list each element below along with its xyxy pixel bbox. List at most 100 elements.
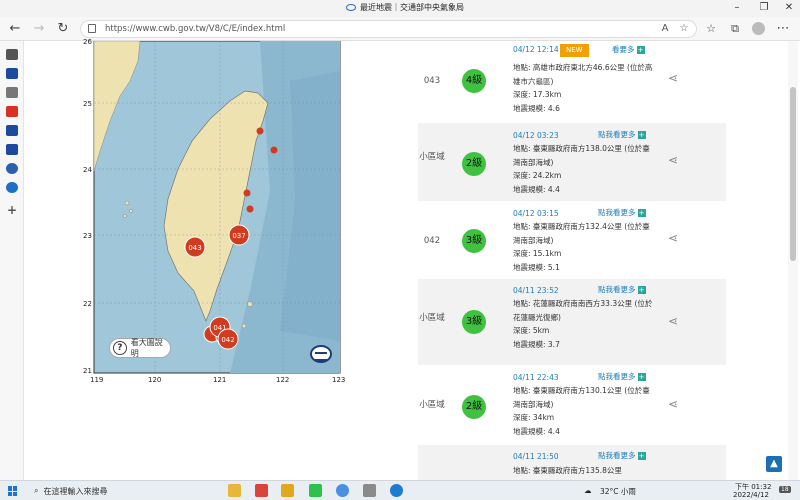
more-link[interactable]: 點我看更多 +	[598, 207, 646, 219]
favorite-star-icon[interactable]: ☆	[678, 23, 690, 34]
quake-row[interactable]: 04/11 22:43 點我看更多 + 小區域 2級 地點: 臺東縣政府南方130…	[418, 365, 726, 445]
collections-icon[interactable]: ⧉	[727, 21, 743, 37]
share-icon[interactable]: ⋖	[668, 231, 678, 245]
profile-avatar[interactable]	[752, 22, 765, 35]
forward-icon[interactable]: →	[31, 21, 47, 37]
plus-icon: +	[637, 131, 646, 139]
sidebar-mail-icon[interactable]	[6, 87, 18, 98]
quake-row[interactable]: 04/11 21:50 地點: 臺東縣政府南方135.8公里 點我看更多 +	[418, 445, 726, 480]
magnitude-badge: 2級	[462, 152, 486, 176]
more-link[interactable]: 看要多 +	[612, 44, 645, 56]
scroll-to-top-button[interactable]: ▲	[766, 456, 782, 472]
earthquake-map: 043 037 041 042 26 25 24 23 22 21 119 12…	[80, 38, 350, 388]
maximize-icon[interactable]: ❐	[757, 2, 771, 13]
weather-text[interactable]: 32°C 小雨	[600, 486, 636, 497]
help-icon: ?	[113, 341, 127, 355]
map-legend-button[interactable]: ? 看大圖說明	[109, 338, 171, 358]
gift-app-icon[interactable]	[255, 484, 268, 497]
quake-depth: 深度: 5km	[513, 326, 550, 335]
tab-title: 最近地震｜交通部中央氣象局	[360, 3, 464, 12]
quake-id: 043	[423, 76, 441, 86]
taskbar-search-input[interactable]: ⌕ 在這裡輸入來搜尋	[30, 483, 218, 499]
lon-tick: 119	[90, 376, 104, 384]
lock-icon	[88, 24, 96, 33]
quake-id: 小區域	[419, 400, 445, 410]
scrollbar-thumb[interactable]	[790, 87, 796, 261]
lat-tick: 25	[83, 100, 92, 108]
more-link[interactable]: 點我看更多 +	[598, 371, 646, 383]
share-icon[interactable]: ⋖	[668, 153, 678, 167]
quake-scale: 地震規模: 4.4	[513, 184, 560, 194]
back-icon[interactable]: ←	[7, 21, 23, 37]
quake-marker-043[interactable]: 043	[184, 236, 206, 258]
lon-tick: 123	[332, 376, 346, 384]
chrome-icon[interactable]	[336, 484, 349, 497]
favorites-icon[interactable]: ☆	[703, 21, 719, 37]
more-link[interactable]: 點我看更多 +	[598, 129, 646, 141]
read-aloud-icon[interactable]: A	[659, 23, 671, 34]
cwb-favicon-icon	[346, 4, 356, 11]
lat-tick: 21	[83, 367, 92, 375]
refresh-icon[interactable]: ↻	[55, 21, 71, 37]
map-canvas[interactable]: 043 037 041 042	[80, 41, 350, 388]
lon-tick: 121	[213, 376, 227, 384]
quake-row[interactable]: 04/12 03:15 點我看更多 + 042 3級 地點: 臺東縣政府南方132…	[418, 201, 726, 279]
folder-app-icon[interactable]	[281, 484, 294, 497]
file-explorer-icon[interactable]	[228, 484, 241, 497]
share-icon[interactable]: ⋖	[668, 314, 678, 328]
sidebar-news-icon-3[interactable]	[6, 144, 18, 155]
sidebar-tabs-icon[interactable]	[6, 49, 18, 60]
quake-marker-037[interactable]: 037	[228, 224, 250, 246]
quake-scale: 地震規模: 4.4	[513, 426, 560, 436]
sidebar-shield-icon[interactable]	[6, 163, 18, 174]
quake-row[interactable]: 04/12 12:14 NEW 看要多 + 043 4級 地點: 高雄市政府東北方…	[418, 41, 726, 123]
weather-icon[interactable]: ☁	[584, 486, 592, 495]
sidebar-news-icon[interactable]	[6, 68, 18, 79]
minimize-icon[interactable]: –	[730, 2, 744, 13]
quake-location: 地點: 高雄市政府東北方46.6公里 (位於高雄市六龜區)	[513, 63, 653, 86]
plus-icon: +	[636, 46, 645, 54]
clock-date[interactable]: 2022/4/12	[733, 491, 769, 499]
new-badge: NEW	[560, 44, 589, 57]
plus-icon: +	[637, 286, 646, 294]
share-icon[interactable]: ⋖	[668, 71, 678, 85]
address-bar[interactable]: https://www.cwb.gov.tw/V8/C/E/index.html…	[80, 20, 697, 38]
notification-badge[interactable]: 18	[779, 486, 791, 493]
app-icon[interactable]	[363, 484, 376, 497]
lat-tick: 24	[83, 166, 92, 174]
browser-tab[interactable]: 最近地震｜交通部中央氣象局	[346, 2, 464, 13]
quake-location: 地點: 臺東縣政府南方138.0公里 (位於臺灣南部海域)	[513, 144, 650, 167]
sidebar-add-icon[interactable]: +	[6, 204, 18, 216]
sidebar-cwb-icon[interactable]	[6, 182, 18, 193]
share-icon[interactable]: ⋖	[668, 397, 678, 411]
quake-marker-042[interactable]: 042	[217, 328, 239, 350]
url-text: https://www.cwb.gov.tw/V8/C/E/index.html	[105, 24, 286, 34]
quake-id: 小區域	[419, 152, 445, 162]
browser-sidebar: +	[0, 41, 24, 480]
edge-icon[interactable]	[390, 484, 403, 497]
quake-dot[interactable]	[243, 189, 251, 197]
magnitude-badge: 4級	[462, 69, 486, 93]
quake-location: 地點: 花蓮縣政府南南西方33.3公里 (位於花蓮縣光復鄉)	[513, 299, 653, 322]
plus-icon: +	[637, 373, 646, 381]
title-bar: 最近地震｜交通部中央氣象局 – ❐ ✕	[0, 0, 800, 17]
gmail-icon[interactable]	[6, 106, 18, 117]
more-link[interactable]: 點我看更多 +	[598, 284, 646, 296]
lat-tick: 26	[83, 38, 92, 46]
page-scrollbar[interactable]	[788, 41, 798, 480]
magnitude-badge: 3級	[462, 229, 486, 253]
quake-dot[interactable]	[270, 146, 278, 154]
magnitude-badge: 2級	[462, 395, 486, 419]
quake-dot[interactable]	[256, 127, 264, 135]
sidebar-news-icon-2[interactable]	[6, 125, 18, 136]
quake-dot[interactable]	[246, 205, 254, 213]
more-menu-icon[interactable]: ⋯	[775, 21, 791, 37]
more-link[interactable]: 點我看更多 +	[598, 450, 646, 462]
quake-row[interactable]: 04/11 23:52 點我看更多 + 小區域 3級 地點: 花蓮縣政府南南西方3…	[418, 279, 726, 365]
quake-location: 地點: 臺東縣政府南方132.4公里 (位於臺灣南部海域)	[513, 222, 650, 245]
line-app-icon[interactable]	[309, 484, 322, 497]
lat-tick: 22	[83, 300, 92, 308]
quake-row[interactable]: 04/12 03:23 點我看更多 + 小區域 2級 地點: 臺東縣政府南方138…	[418, 123, 726, 201]
windows-start-icon[interactable]	[8, 486, 18, 496]
close-icon[interactable]: ✕	[782, 2, 796, 13]
